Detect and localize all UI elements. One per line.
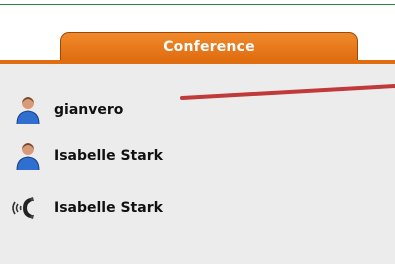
participant-item[interactable]: Isabelle Stark: [14, 140, 163, 172]
phone-speaker-icon: [12, 197, 34, 219]
top-border: [0, 4, 395, 5]
participant-name: Isabelle Stark: [54, 148, 163, 164]
tab-conference[interactable]: Conference: [60, 32, 358, 60]
tab-label: Conference: [163, 38, 255, 55]
participant-item[interactable]: Isabelle Stark: [8, 192, 163, 224]
participant-item[interactable]: gianvero: [14, 94, 123, 126]
participant-panel: gianvero Isabelle Stark Isabelle Stark: [0, 60, 395, 264]
user-icon: [16, 97, 40, 125]
user-icon: [16, 143, 40, 171]
participant-name: gianvero: [54, 102, 124, 118]
participant-name: Isabelle Stark: [54, 200, 163, 216]
